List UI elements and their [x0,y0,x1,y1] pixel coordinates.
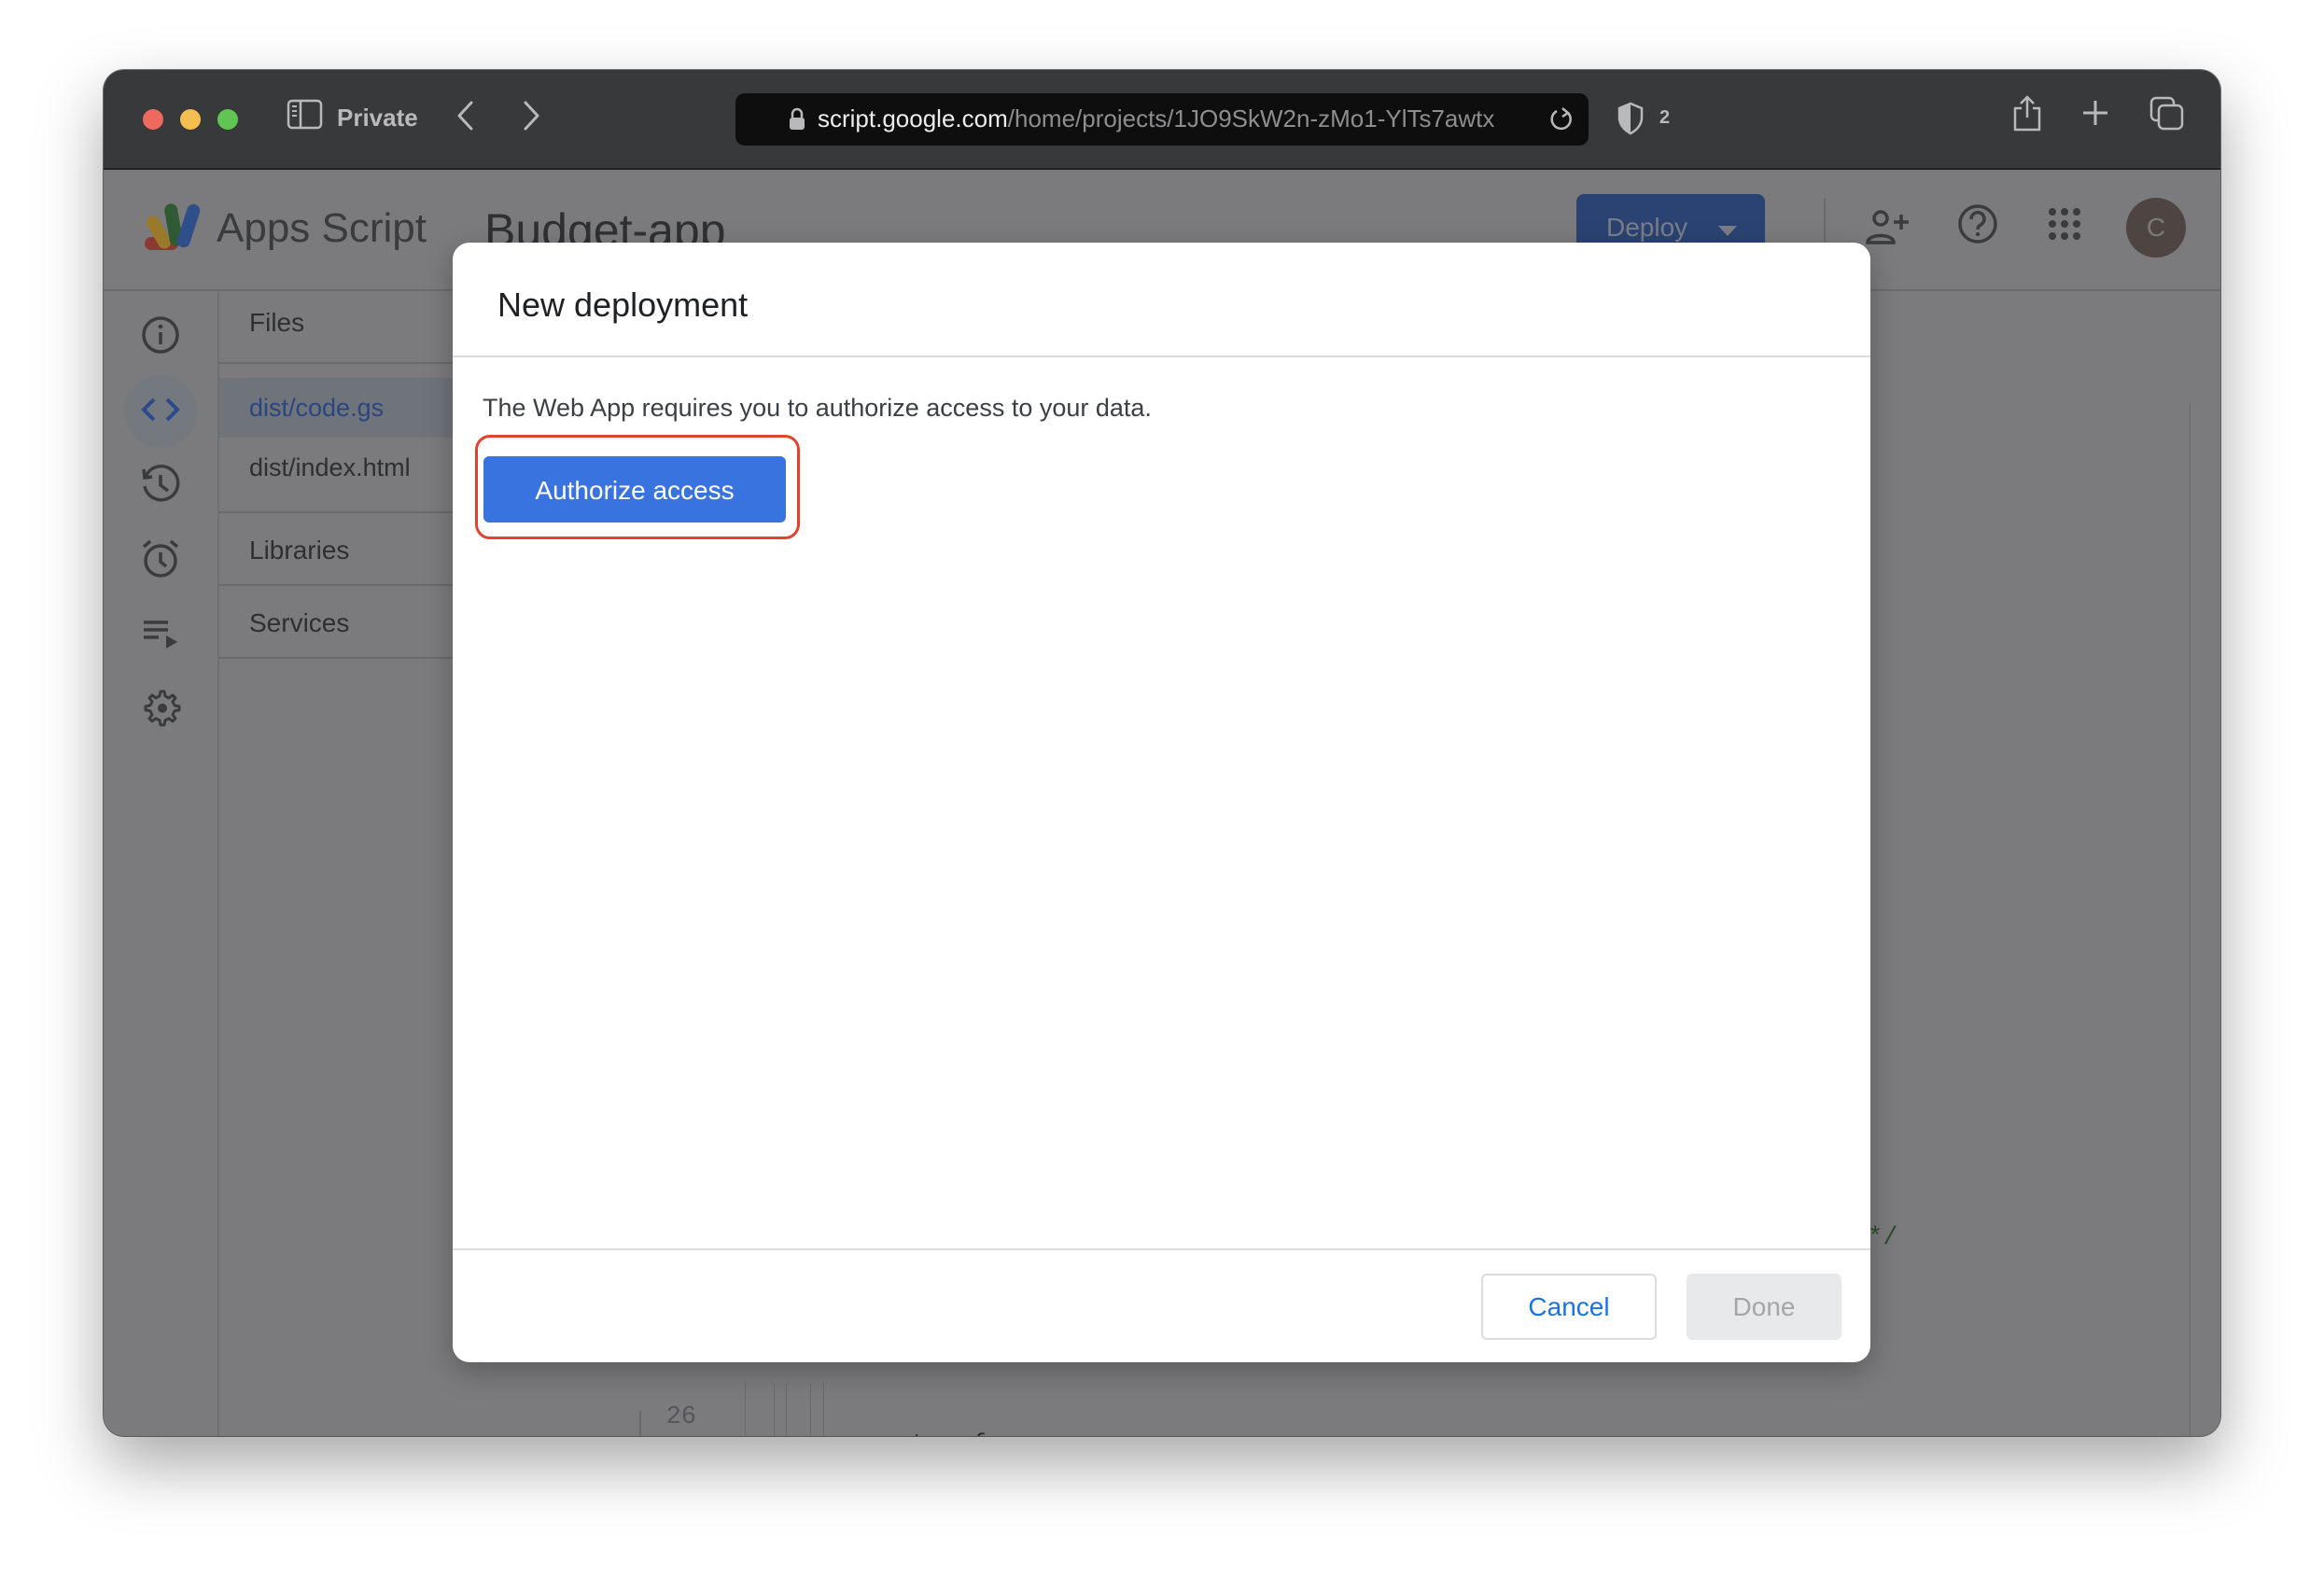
rail-executions[interactable] [124,599,197,672]
files-header: Files [249,308,305,337]
lock-icon [788,107,806,136]
gear-icon [140,688,181,733]
reload-icon[interactable] [1547,105,1575,138]
indent-guide [823,1383,824,1436]
url-text[interactable]: script.google.com/home/projects/1JO9SkW2… [818,105,1527,133]
forward-icon[interactable] [520,100,542,136]
info-icon [141,315,180,359]
deploy-label: Deploy [1606,213,1688,242]
help-icon[interactable] [1957,203,1998,249]
files-panel: Files dist/code.gs dist/index.html Libra… [219,291,453,1436]
done-button[interactable]: Done [1687,1274,1841,1340]
executions-icon [140,615,181,657]
dialog-divider [453,355,1870,357]
caret-down-icon [1718,226,1737,236]
divider [219,657,453,659]
code-icon [140,396,181,428]
rail-project-settings[interactable] [124,674,197,746]
services-section[interactable]: Services [219,608,453,638]
rail-editor[interactable] [124,375,197,448]
code-fragment: */ [1868,1224,1898,1252]
shield-count: 2 [1659,107,1671,128]
new-tab-icon[interactable] [2081,99,2109,132]
dialog-message: The Web App requires you to authorize ac… [483,394,1152,422]
divider [219,362,453,364]
indent-guide [810,1383,811,1436]
avatar[interactable]: C [2126,198,2186,258]
new-deployment-dialog: New deployment The Web App requires you … [453,243,1870,1362]
code-editor[interactable]: 26 try { 27 /******/ return this || new … [640,1383,1854,1436]
minimize-window-button[interactable] [180,109,201,130]
code-line: 27 /******/ return this || new Function(… [640,1424,762,1436]
scrollbar-track[interactable] [2190,403,2191,1436]
apps-script-logo [143,200,206,260]
share-project-icon[interactable] [1866,207,1911,251]
history-icon [140,464,181,509]
share-icon[interactable] [2010,94,2044,138]
app-brand: Apps Script [217,205,427,251]
cancel-button[interactable]: Cancel [1481,1274,1657,1340]
browser-titlebar: Private script.google.com/home/projects/… [104,70,2220,170]
file-item[interactable]: dist/index.html [219,438,453,497]
authorize-access-button[interactable]: Authorize access [483,456,786,523]
shield-icon[interactable] [1617,102,1645,140]
google-apps-icon[interactable] [2048,207,2081,245]
indent-guide [786,1383,787,1436]
address-bar[interactable]: script.google.com/home/projects/1JO9SkW2… [735,93,1589,146]
tab-overview-icon[interactable] [2149,96,2185,136]
file-item[interactable]: dist/code.gs [219,378,453,438]
rail-project-history[interactable] [124,450,197,523]
close-window-button[interactable] [143,109,163,130]
dialog-title: New deployment [497,286,749,324]
alarm-icon [140,538,181,584]
navigation-rail [104,291,219,1436]
sidebar-toggle-icon[interactable] [287,98,324,136]
zoom-window-button[interactable] [217,109,238,130]
divider [219,511,453,513]
rail-overview[interactable] [124,300,197,373]
rail-triggers[interactable] [124,524,197,597]
dialog-divider [453,1248,1870,1250]
private-label: Private [337,104,418,132]
libraries-section[interactable]: Libraries [219,536,453,565]
divider [219,584,453,586]
back-icon[interactable] [455,100,477,136]
indent-guide [774,1383,775,1436]
